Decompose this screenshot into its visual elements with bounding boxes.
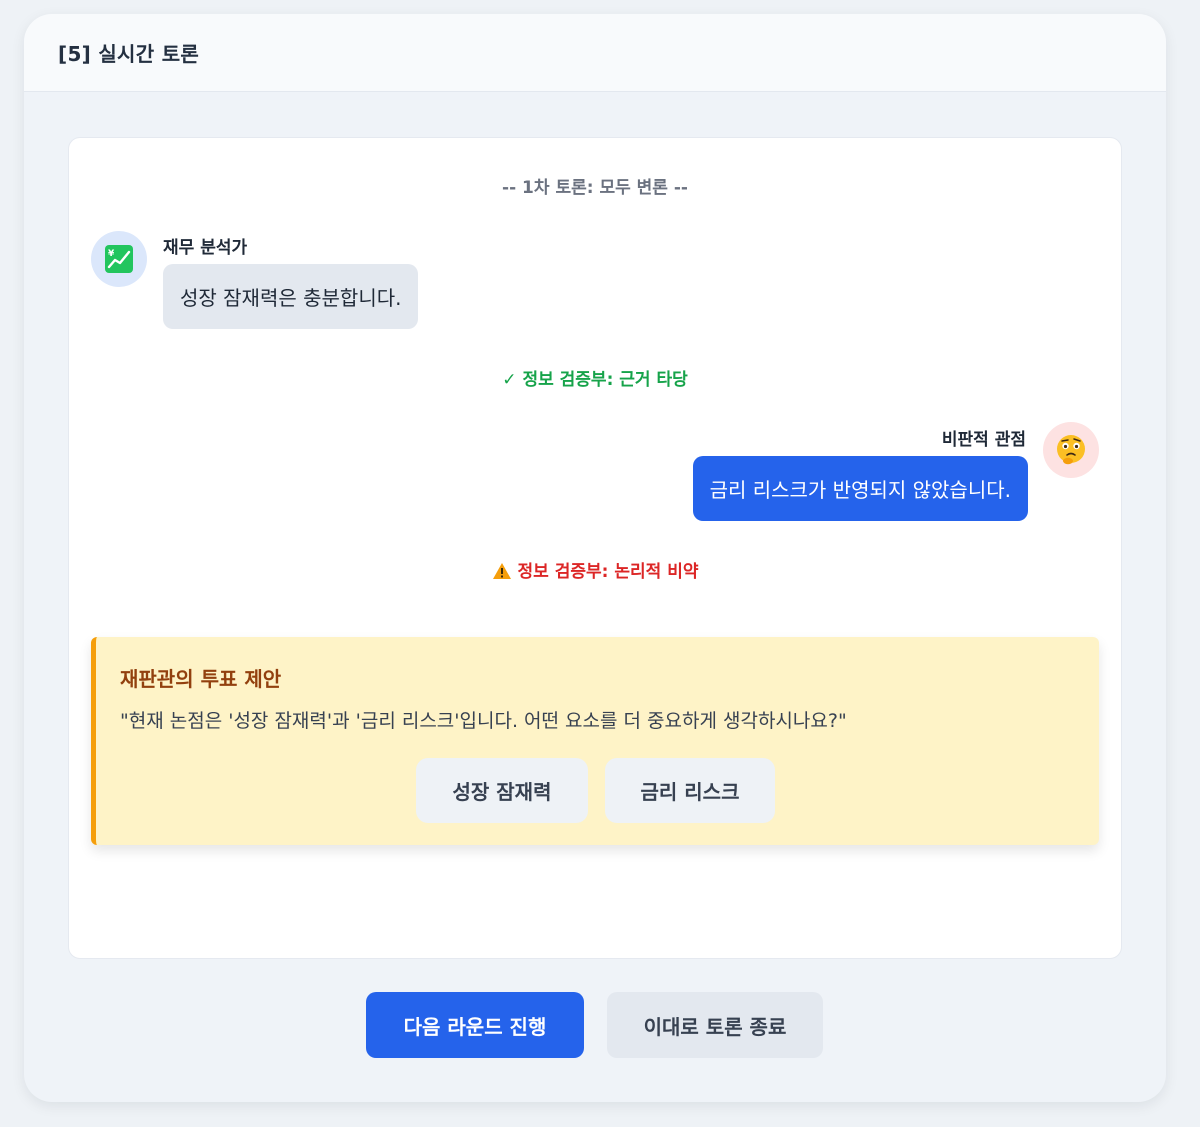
message-bubble: 금리 리스크가 반영되지 않았습니다. [692, 456, 1028, 521]
vote-option-rate-risk-button[interactable]: 금리 리스크 [605, 758, 775, 823]
end-debate-button[interactable]: 이대로 토론 종료 [607, 992, 823, 1058]
verification-status-valid: ✓ 정보 검증부: 근거 타당 [69, 365, 1121, 390]
next-round-button[interactable]: 다음 라운드 진행 [366, 992, 584, 1058]
vote-proposal: 재판관의 투표 제안 "현재 논점은 '성장 잠재력'과 '금리 리스크'입니다… [91, 637, 1099, 845]
debate-card: [5] 실시간 토론 -- 1차 토론: 모두 변론 -- ¥ 재무 분석가 성… [24, 14, 1166, 1102]
card-header: [5] 실시간 토론 [24, 14, 1166, 92]
vote-title: 재판관의 투표 제안 [120, 667, 282, 691]
message-bubble: 성장 잠재력은 충분합니다. [163, 264, 419, 329]
speaker-name: 재무 분석가 [163, 238, 248, 258]
verification-text: 정보 검증부: 근거 타당 [522, 370, 688, 390]
thinking-face-icon [1043, 422, 1099, 478]
vote-options: 성장 잠재력 금리 리스크 [416, 758, 775, 823]
verification-status-warning: 정보 검증부: 논리적 비약 [69, 557, 1121, 585]
page-title: [5] 실시간 토론 [58, 42, 200, 66]
vote-option-growth-button[interactable]: 성장 잠재력 [416, 758, 588, 823]
debate-panel: -- 1차 토론: 모두 변론 -- ¥ 재무 분석가 성장 잠재력은 충분합니… [68, 137, 1122, 959]
warning-icon [492, 562, 512, 585]
speaker-name: 비판적 관점 [941, 430, 1026, 450]
svg-text:¥: ¥ [108, 249, 115, 259]
verification-text: 정보 검증부: 논리적 비약 [517, 562, 699, 582]
action-bar: 다음 라운드 진행 이대로 토론 종료 [366, 992, 823, 1058]
check-icon: ✓ [502, 370, 517, 390]
vote-question: "현재 논점은 '성장 잠재력'과 '금리 리스크'입니다. 어떤 요소를 더 … [120, 710, 847, 732]
chart-increasing-icon: ¥ [91, 231, 147, 287]
round-divider: -- 1차 토론: 모두 변론 -- [502, 178, 688, 198]
